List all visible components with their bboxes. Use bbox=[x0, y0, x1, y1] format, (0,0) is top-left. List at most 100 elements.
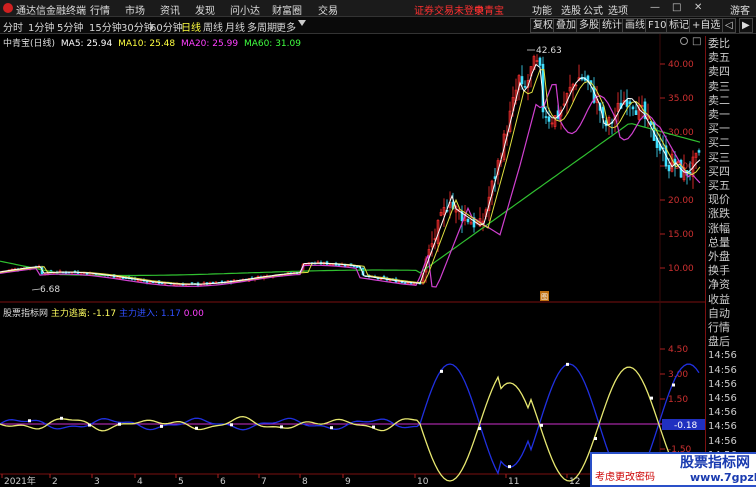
quote-field-label: 涨跌 bbox=[708, 207, 730, 221]
maximize-icon[interactable]: □ bbox=[672, 2, 681, 13]
chart-canvas[interactable]: 40.0035.0030.0025.0020.0015.0010.00 42.6… bbox=[0, 34, 756, 487]
menu-item[interactable]: 发现 bbox=[195, 2, 215, 17]
menu-item[interactable]: 资讯 bbox=[160, 2, 180, 17]
candle-body bbox=[631, 106, 635, 110]
event-marker-label: 图 bbox=[541, 293, 548, 301]
quote-field-label: 买一 bbox=[708, 122, 730, 136]
quote-field-label: 收益 bbox=[708, 292, 730, 306]
quote-field-label: 14:56 bbox=[708, 378, 737, 390]
price-tick-label: 20.00 bbox=[668, 196, 694, 206]
period-tab[interactable]: 1分钟 bbox=[28, 19, 54, 34]
prev-arrow-icon[interactable]: ◁ bbox=[722, 18, 736, 33]
signal-dot bbox=[372, 425, 375, 429]
period-tab[interactable]: 60分钟 bbox=[150, 19, 183, 34]
time-tick-label: 3 bbox=[94, 477, 100, 487]
quote-field-label: 买二 bbox=[708, 136, 730, 150]
indicator-legend: 股票指标网 主力逃离: -1.17 主力进入: 1.17 0.00 bbox=[3, 306, 204, 319]
current-value: -0.18 bbox=[674, 421, 698, 431]
quote-field-label: 14:56 bbox=[708, 421, 737, 433]
menu-item[interactable]: 交易 bbox=[318, 2, 338, 17]
menu-item[interactable]: 市场 bbox=[125, 2, 145, 17]
period-tab[interactable]: 30分钟 bbox=[121, 19, 154, 34]
time-tick-label: 10 bbox=[417, 477, 429, 487]
quote-field-label: 卖一 bbox=[708, 108, 730, 121]
quote-field-label: 卖四 bbox=[708, 65, 730, 79]
candle-body bbox=[520, 76, 524, 85]
period-tab[interactable]: 周线 bbox=[203, 19, 223, 34]
quote-field-label: 买五 bbox=[708, 179, 730, 192]
signal-dot bbox=[650, 396, 653, 400]
signal-dot bbox=[478, 427, 481, 431]
menu-item[interactable]: 公式 bbox=[583, 2, 603, 17]
signal-dot bbox=[594, 437, 597, 441]
change-password-prompt[interactable]: 考虑更改密码 bbox=[595, 468, 655, 483]
quote-field-label: 委比 bbox=[708, 37, 730, 50]
period-tab[interactable]: 5分钟 bbox=[57, 19, 83, 34]
more-dropdown-icon[interactable] bbox=[298, 20, 306, 26]
quote-field-label: 卖三 bbox=[708, 79, 730, 93]
candle-body bbox=[538, 57, 542, 66]
inflow-label: 主力进入: 1.17 bbox=[118, 309, 181, 319]
app-title: 通达信金融终端 bbox=[16, 6, 86, 17]
time-tick-label: 2 bbox=[52, 477, 58, 487]
signal-dot bbox=[230, 423, 233, 427]
price-tick-label: 10.00 bbox=[668, 264, 694, 274]
signal-dot bbox=[440, 369, 443, 373]
menu-bar bbox=[0, 0, 756, 17]
next-arrow-icon[interactable]: ▶ bbox=[739, 18, 753, 33]
candle-body bbox=[355, 266, 359, 269]
price-tick-label: 35.00 bbox=[668, 94, 694, 104]
signal-dot bbox=[330, 426, 333, 430]
quote-field-label: 卖二 bbox=[708, 93, 730, 107]
quote-field-label: 净资 bbox=[708, 278, 730, 292]
period-tab[interactable]: 多周期 bbox=[247, 19, 277, 34]
close-icon[interactable]: ✕ bbox=[694, 2, 702, 13]
price-tick-label: 15.00 bbox=[668, 230, 694, 240]
price-axis: 40.0035.0030.0025.0020.0015.0010.00 bbox=[660, 60, 694, 274]
quote-field-label: 外盘 bbox=[708, 250, 730, 263]
quote-field-label: 自动 bbox=[708, 306, 730, 320]
quote-field-label: 涨幅 bbox=[708, 221, 730, 235]
signal-dot bbox=[508, 465, 511, 469]
indicator-tick-label: 3.00 bbox=[668, 370, 688, 380]
signal-dot bbox=[195, 426, 198, 430]
app-logo-icon bbox=[3, 3, 13, 13]
candle-body bbox=[85, 273, 89, 275]
quote-field-label: 14:56 bbox=[708, 350, 737, 362]
menu-item[interactable]: 功能 bbox=[532, 2, 552, 17]
high-price-label: 42.63 bbox=[536, 46, 562, 56]
time-tick-label: 2021年 bbox=[4, 475, 36, 487]
candle-body bbox=[625, 99, 629, 107]
signal-dot bbox=[280, 425, 283, 429]
minimize-icon[interactable]: — bbox=[650, 2, 660, 13]
add-watchlist-button[interactable]: +自选 bbox=[689, 18, 724, 33]
time-tick-label: 8 bbox=[302, 477, 308, 487]
indicator-name[interactable]: 股票指标网 bbox=[3, 309, 48, 319]
quote-field-label: 买三 bbox=[708, 150, 730, 164]
candle-body bbox=[400, 281, 404, 284]
indicator-tick-label: 4.50 bbox=[668, 345, 688, 355]
signal-dot bbox=[160, 424, 163, 428]
quote-field-label: 卖五 bbox=[708, 51, 730, 65]
signal-dot bbox=[566, 362, 569, 366]
period-tab[interactable]: 日线 bbox=[181, 19, 201, 34]
candle-body bbox=[343, 264, 347, 267]
guest-user[interactable]: 游客 bbox=[730, 2, 750, 17]
period-tab[interactable]: 15分钟 bbox=[89, 19, 122, 34]
menu-item[interactable]: 财富圈 bbox=[272, 2, 302, 17]
candle-body bbox=[667, 165, 671, 172]
zero-label: 0.00 bbox=[183, 309, 204, 319]
period-tab[interactable]: 月线 bbox=[225, 19, 245, 34]
signal-dot bbox=[118, 422, 121, 426]
indicator-tick-label: 1.50 bbox=[668, 395, 688, 405]
period-tab[interactable]: 更多 bbox=[276, 19, 296, 34]
signal-dot bbox=[540, 423, 543, 427]
current-stock-name: 中青宝 bbox=[474, 6, 504, 17]
ma60-line bbox=[0, 123, 701, 277]
menu-item[interactable]: 选股 bbox=[561, 2, 581, 17]
menu-item[interactable]: 选项 bbox=[608, 2, 628, 17]
menu-item[interactable]: 行情 bbox=[90, 2, 110, 17]
period-tab[interactable]: 分时 bbox=[3, 19, 23, 34]
menu-item[interactable]: 问小达 bbox=[230, 2, 260, 17]
quote-field-label: 行情 bbox=[708, 321, 730, 334]
